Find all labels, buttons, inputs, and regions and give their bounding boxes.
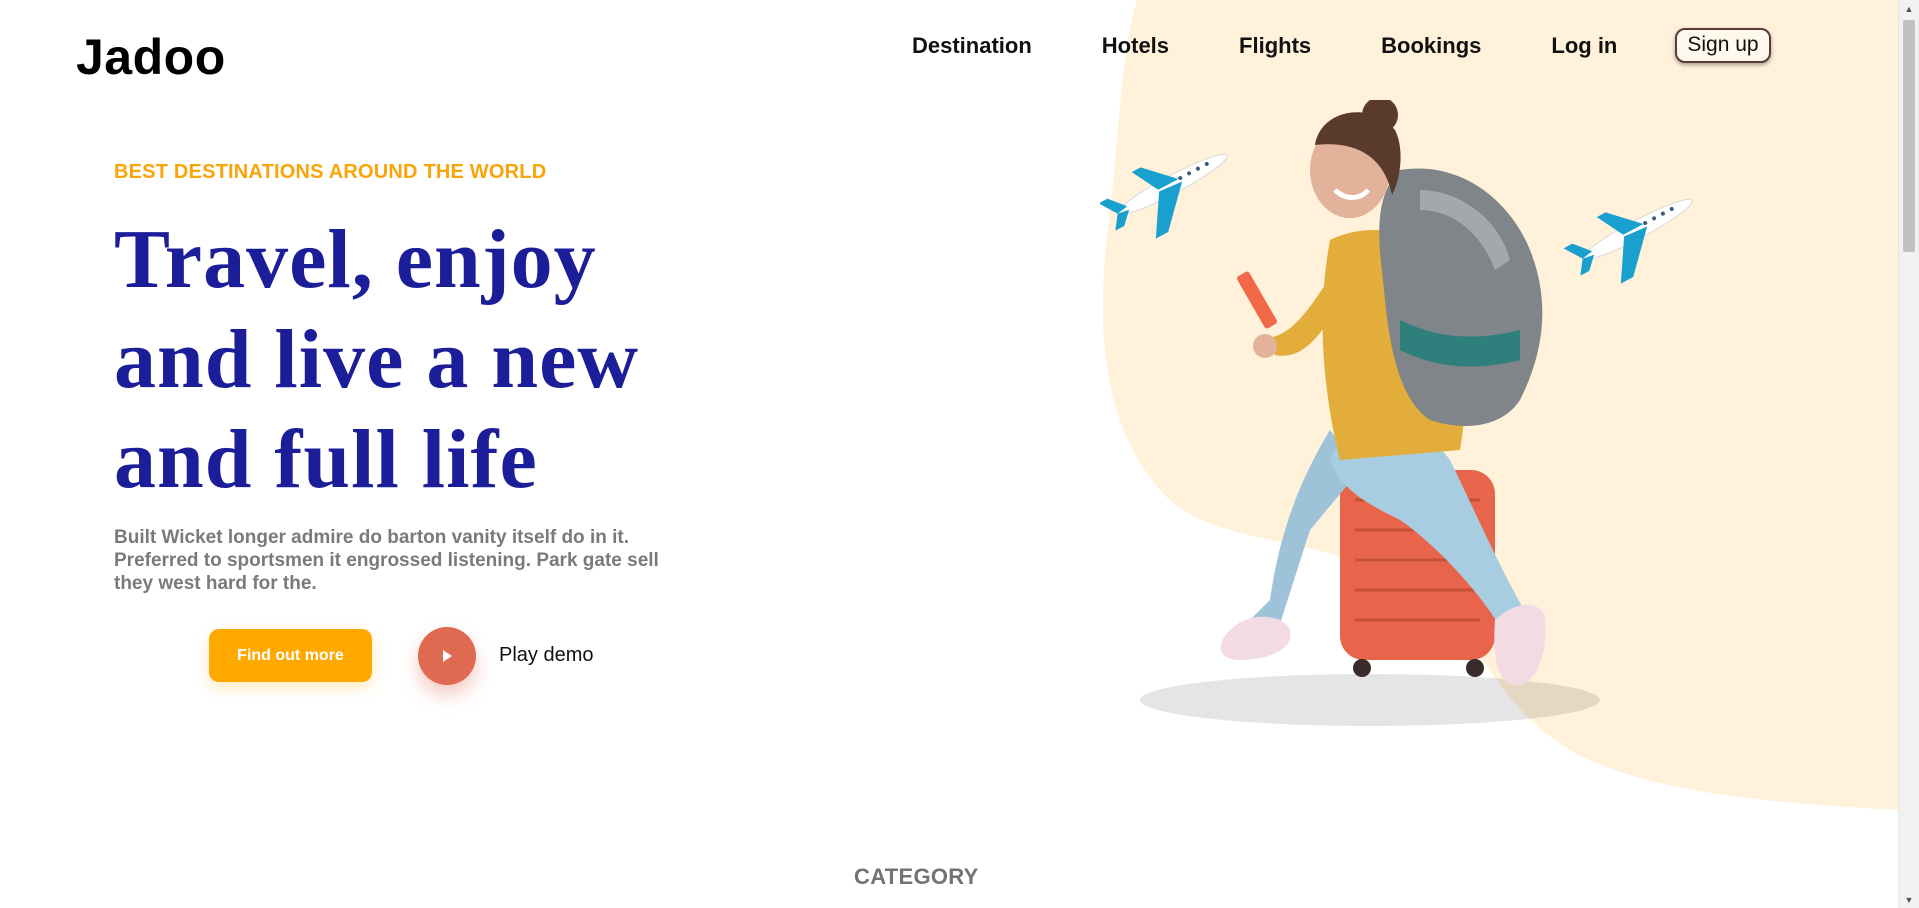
page-scrollbar[interactable]: ▲ ▼ <box>1898 0 1919 908</box>
main-nav: Destination Hotels Flights Bookings Log … <box>912 28 1771 63</box>
scrollbar-thumb[interactable] <box>1903 20 1915 252</box>
play-demo-button[interactable] <box>418 627 476 685</box>
nav-item-hotels[interactable]: Hotels <box>1102 33 1169 59</box>
hero-tagline: BEST DESTINATIONS AROUND THE WORLD <box>114 161 547 183</box>
hero-headline: Travel, enjoy and live a new and full li… <box>114 213 640 506</box>
nav-item-flights[interactable]: Flights <box>1239 33 1311 59</box>
nav-item-login[interactable]: Log in <box>1551 33 1617 59</box>
landing-page: Jadoo Destination Hotels Flights Booking… <box>0 0 1919 908</box>
signup-button[interactable]: Sign up <box>1675 28 1771 63</box>
hero-description: Built Wicket longer admire do barton van… <box>114 527 659 594</box>
chevron-down-icon[interactable]: ▼ <box>1899 891 1919 908</box>
chevron-up-icon[interactable]: ▲ <box>1899 0 1919 17</box>
play-demo-label[interactable]: Play demo <box>499 644 594 667</box>
find-out-more-button[interactable]: Find out more <box>209 629 372 682</box>
brand-logo[interactable]: Jadoo <box>76 28 226 86</box>
play-icon <box>443 650 452 662</box>
nav-item-bookings[interactable]: Bookings <box>1381 33 1481 59</box>
airplane-icon <box>1100 153 1228 239</box>
hero-traveler-illustration <box>1100 100 1693 726</box>
nav-item-destination[interactable]: Destination <box>912 33 1032 59</box>
airplane-icon <box>1563 198 1693 284</box>
category-section-title: CATEGORY <box>854 864 979 889</box>
